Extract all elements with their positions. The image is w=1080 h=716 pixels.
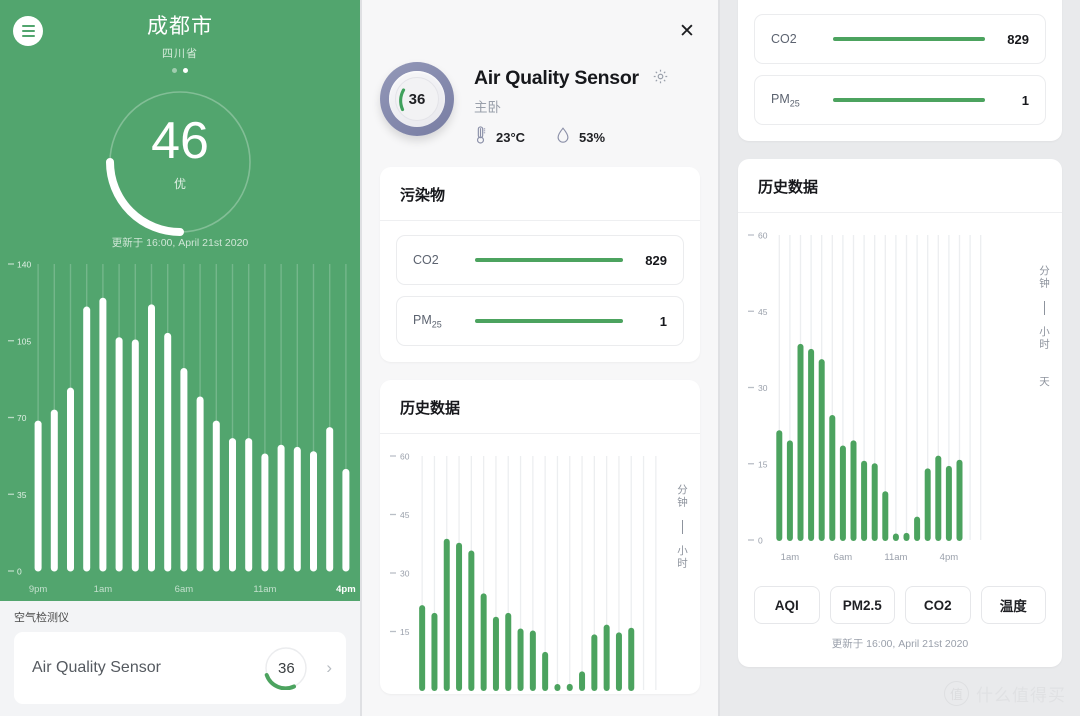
svg-text:35: 35	[17, 490, 27, 500]
hamburger-menu-icon[interactable]	[13, 16, 43, 46]
svg-text:1am: 1am	[781, 552, 800, 563]
device-mini-gauge: 36	[264, 646, 308, 690]
watermark-logo-icon: 值	[944, 681, 969, 706]
svg-text:30: 30	[400, 569, 410, 579]
metric-value: 829	[645, 252, 667, 268]
chevron-right-icon[interactable]: ›	[326, 658, 332, 678]
svg-text:0: 0	[17, 567, 22, 577]
watermark: 值 什么值得买	[944, 681, 1066, 706]
svg-text:15: 15	[400, 627, 410, 637]
page-dots[interactable]	[0, 68, 360, 73]
metric-bar	[475, 319, 623, 323]
pollutants-card: 污染物 CO2 829 PM25 1	[380, 167, 700, 362]
metric-bar	[833, 37, 985, 41]
svg-text:6am: 6am	[175, 584, 194, 595]
metric-name: PM25	[771, 91, 800, 109]
right-chart-range-selector[interactable]: 分钟 小时 天	[1037, 265, 1052, 389]
close-icon[interactable]: ✕	[676, 20, 698, 42]
svg-text:11am: 11am	[253, 584, 276, 595]
metric-row[interactable]: PM25 1	[396, 296, 684, 346]
left-panel: 成都市 四川省 46 优 更新于 16:00, April 21st 2020 …	[0, 0, 360, 716]
svg-text:45: 45	[758, 307, 768, 317]
device-stats: 23°C 53%	[474, 126, 669, 149]
knob-value: 36	[408, 90, 426, 108]
right-updated-text: 更新于 16:00, April 21st 2020	[831, 638, 969, 650]
range-divider	[1043, 301, 1046, 315]
svg-text:70: 70	[17, 413, 27, 423]
range-hour[interactable]: 小时	[675, 545, 690, 570]
water-drop-icon	[556, 126, 570, 149]
svg-text:6am: 6am	[834, 552, 853, 563]
history-card: 历史数据 15 30 45 60 分钟 小时	[380, 380, 700, 694]
right-pollutants-card: CO2 829 PM25 1	[738, 0, 1062, 141]
gear-icon[interactable]	[652, 68, 669, 90]
device-section-title: 空气检测仪	[14, 612, 69, 624]
left-updated-text: 更新于 16:00, April 21st 2020	[111, 237, 249, 249]
metric-name: PM25	[413, 312, 442, 330]
filter-button-co2[interactable]: CO2	[905, 586, 971, 624]
svg-text:45: 45	[400, 510, 410, 520]
metric-value: 1	[1021, 92, 1029, 108]
svg-text:30: 30	[758, 383, 768, 393]
province-label: 四川省	[162, 48, 198, 60]
metric-value: 1	[659, 313, 667, 329]
filter-button-aqi[interactable]: AQI	[754, 586, 820, 624]
page-dot-1[interactable]	[172, 68, 177, 73]
svg-text:15: 15	[758, 459, 768, 469]
metric-bar	[475, 258, 623, 262]
device-title: Air Quality Sensor	[474, 67, 639, 89]
metric-row[interactable]: PM25 1	[754, 75, 1046, 125]
metric-bar	[833, 98, 985, 102]
right-history-title: 历史数据	[738, 159, 1062, 213]
svg-text:105: 105	[17, 336, 31, 346]
history-title: 历史数据	[380, 380, 700, 434]
device-name: Air Quality Sensor	[32, 659, 161, 676]
history-chart: 15 30 45 60 分钟 小时	[380, 434, 700, 694]
watermark-text: 什么值得买	[976, 686, 1066, 705]
device-header: 36 Air Quality Sensor 主卧 23°C 53%	[362, 0, 718, 149]
metric-row[interactable]: CO2 829	[396, 235, 684, 285]
svg-text:60: 60	[400, 452, 410, 462]
page-dot-2[interactable]	[183, 68, 188, 73]
right-panel: CO2 829 PM25 1 历史数据 0 15 30 45 60 1am 6am 11am 4…	[720, 0, 1080, 716]
device-section: 空气检测仪 Air Quality Sensor 36 ›	[0, 601, 360, 716]
metric-name: CO2	[771, 32, 797, 46]
svg-text:1am: 1am	[94, 584, 113, 595]
range-divider	[681, 520, 684, 534]
right-history-card: 历史数据 0 15 30 45 60 1am 6am 11am 4pm 分钟 小时 天 AQI …	[738, 159, 1062, 667]
device-card[interactable]: Air Quality Sensor 36 ›	[14, 632, 346, 704]
right-history-chart: 0 15 30 45 60 1am 6am 11am 4pm 分钟 小时 天	[738, 213, 1062, 572]
svg-text:60: 60	[758, 231, 768, 241]
metric-value: 829	[1007, 31, 1029, 47]
left-aqi-chart: 0 35 70 105 140 9pm 1am 6am 11am 4pm	[0, 256, 360, 601]
range-minute[interactable]: 分钟	[675, 484, 690, 509]
svg-text:0: 0	[758, 536, 763, 546]
filter-button-temp[interactable]: 温度	[980, 586, 1046, 624]
svg-text:4pm: 4pm	[336, 584, 356, 595]
range-day[interactable]: 天	[1037, 376, 1052, 389]
filter-button-pm25[interactable]: PM2.5	[829, 586, 895, 624]
range-minute[interactable]: 分钟	[1037, 265, 1052, 290]
svg-text:9pm: 9pm	[29, 584, 48, 595]
device-value: 36	[277, 659, 295, 677]
middle-panel: ✕ 36 Air Quality Sensor 主卧 23°C 53% 污染物 …	[360, 0, 720, 716]
metric-filter-buttons[interactable]: AQI PM2.5 CO2 温度	[738, 572, 1062, 624]
device-knob[interactable]: 36	[380, 62, 454, 136]
device-room: 主卧	[474, 100, 501, 115]
svg-text:11am: 11am	[884, 552, 907, 563]
temperature-value: 23°C	[496, 130, 526, 145]
chart-range-selector[interactable]: 分钟 小时	[675, 484, 690, 570]
metric-row[interactable]: CO2 829	[754, 14, 1046, 64]
page-title: 成都市	[147, 15, 213, 38]
metric-name: CO2	[413, 253, 439, 267]
aqi-quality-label: 优	[173, 177, 186, 191]
thermometer-icon	[474, 126, 487, 149]
humidity-value: 53%	[579, 130, 606, 145]
aqi-value: 46	[151, 112, 209, 170]
pollutants-title: 污染物	[380, 167, 700, 221]
svg-text:140: 140	[17, 260, 31, 270]
aqi-gauge: 46 优	[105, 87, 255, 236]
svg-text:4pm: 4pm	[940, 552, 959, 563]
range-hour[interactable]: 小时	[1037, 326, 1052, 351]
